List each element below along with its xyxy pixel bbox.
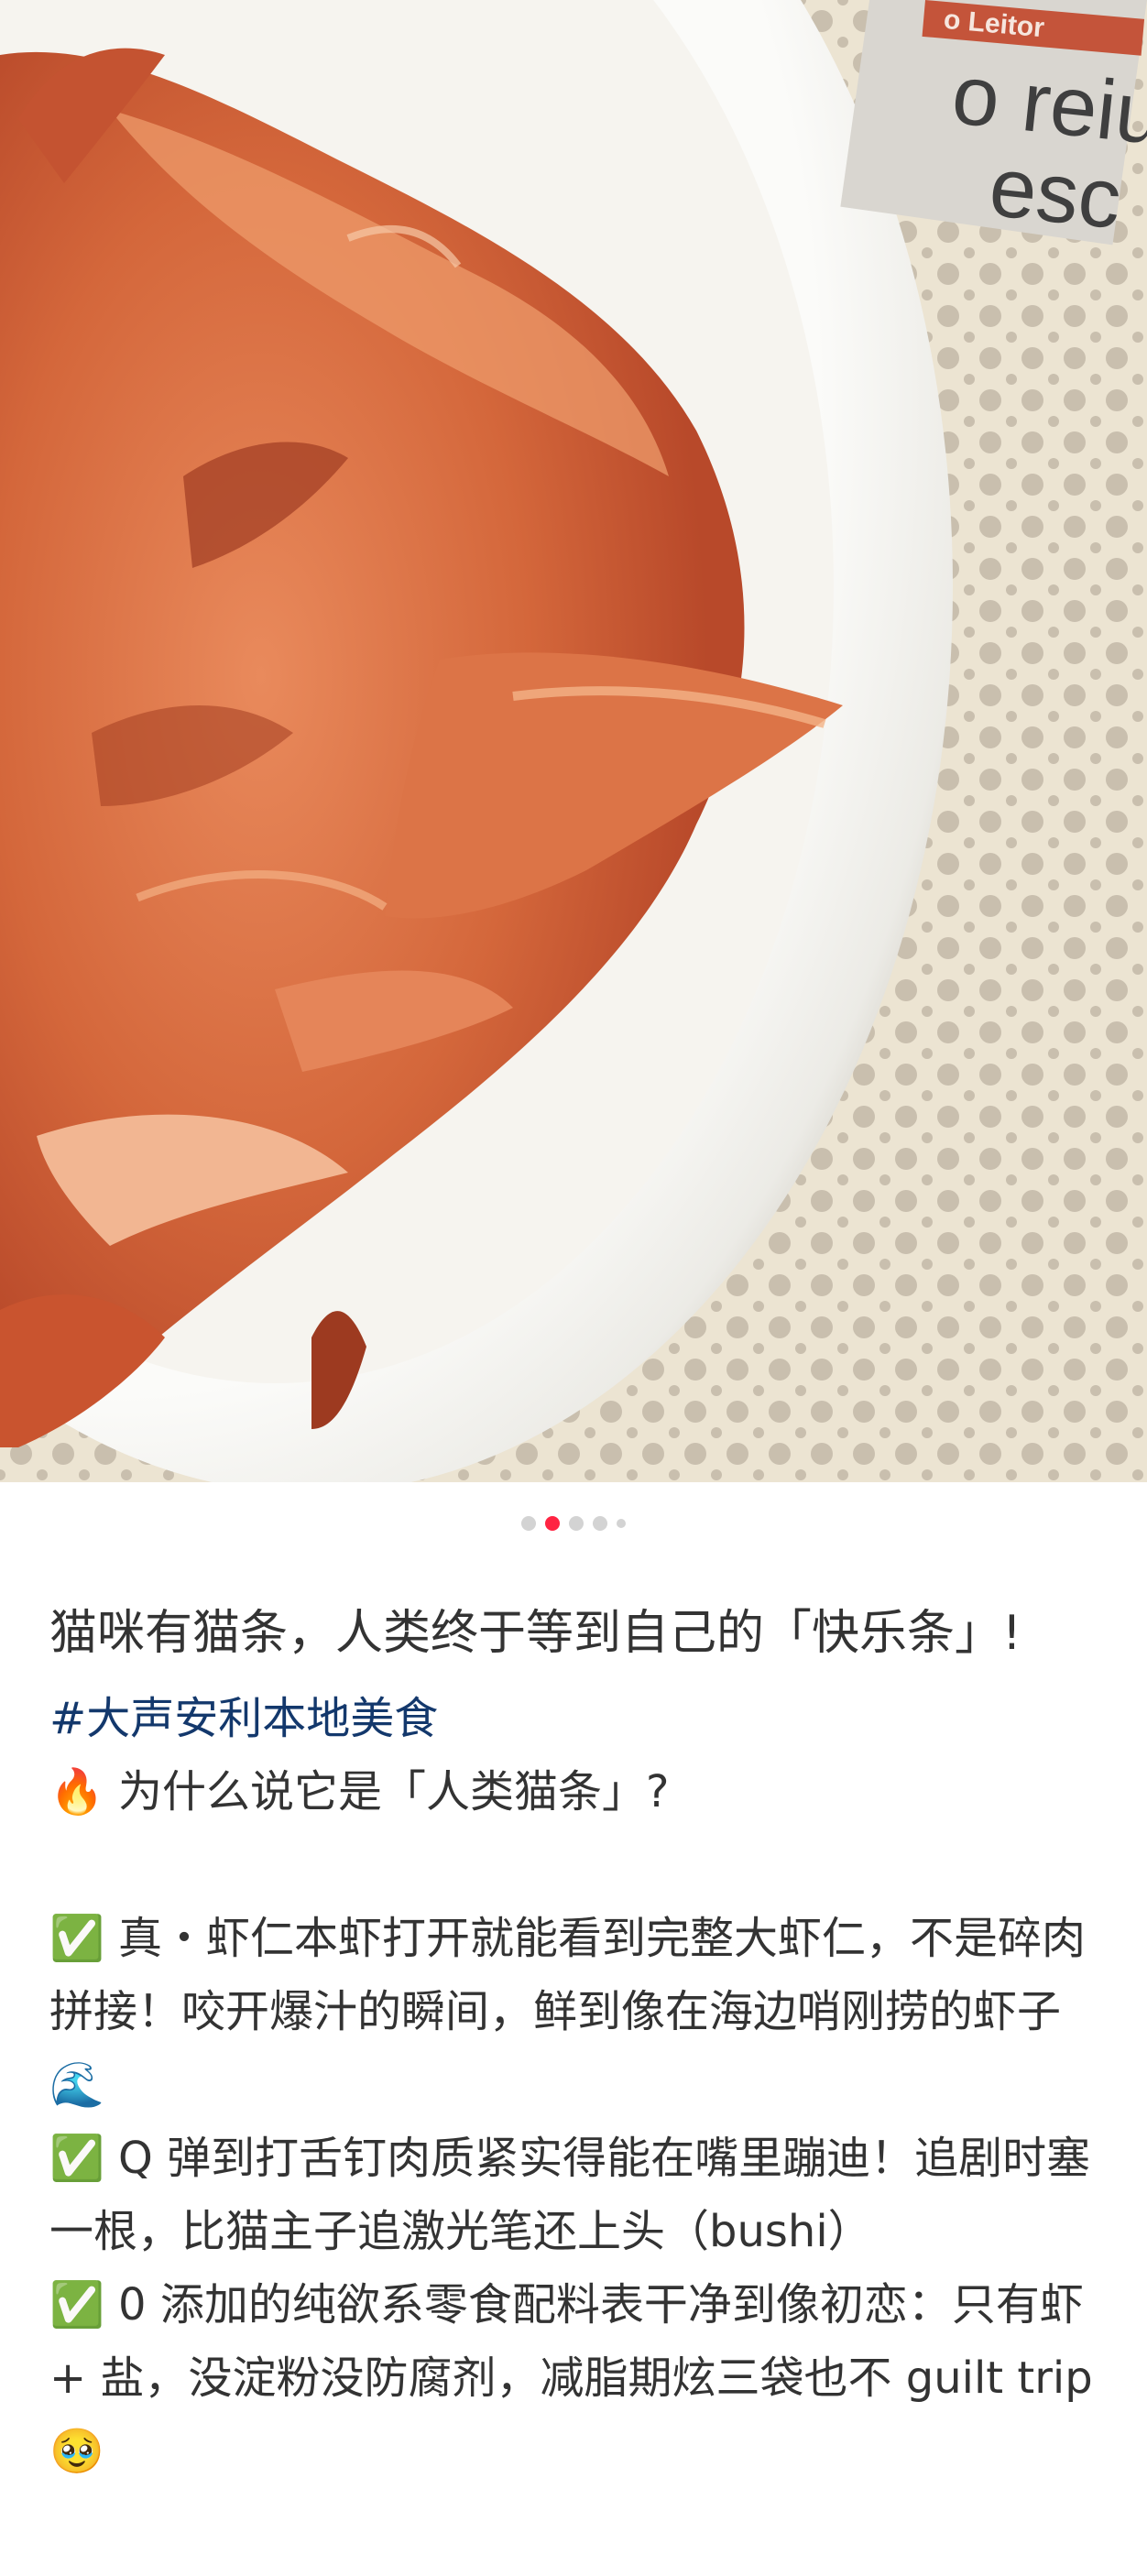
hashtag-link[interactable]: #大声安利本地美食: [49, 1682, 1103, 1755]
note-blank-line: [49, 1828, 1103, 1902]
note-line: ✅ Q 弹到打舌钉肉质紧实得能在嘴里蹦迪！追剧时塞一根，比猫主子追激光笔还上头（…: [49, 2133, 1091, 2257]
note-title: 猫咪有猫条，人类终于等到自己的「快乐条」!: [49, 1606, 1021, 1661]
note-line: 🔥 为什么说它是「人类猫条」?: [49, 1766, 670, 1817]
carousel-dot: [593, 1516, 607, 1531]
note-content: 猫咪有猫条，人类终于等到自己的「快乐条」! #大声安利本地美食 🔥 为什么说它是…: [49, 1594, 1103, 2488]
post-image[interactable]: o Leitor o reius esc: [0, 0, 1147, 1482]
carousel-dot: [617, 1519, 626, 1528]
carousel-dot-active: [545, 1516, 560, 1531]
note-line: ✅ 真・虾仁本虾打开就能看到完整大虾仁，不是碎肉拼接！咬开爆汁的瞬间，鲜到像在海…: [49, 1913, 1087, 2111]
carousel-indicator: [0, 1515, 1147, 1532]
newspaper-text: o reius esc: [947, 48, 1147, 247]
carousel-dot: [569, 1516, 584, 1531]
carousel-dot: [521, 1516, 536, 1531]
note-line: ✅ 0 添加的纯欲系零食配料表干净到像初恋：只有虾 + 盐，没淀粉没防腐剂，减脂…: [49, 2279, 1098, 2477]
